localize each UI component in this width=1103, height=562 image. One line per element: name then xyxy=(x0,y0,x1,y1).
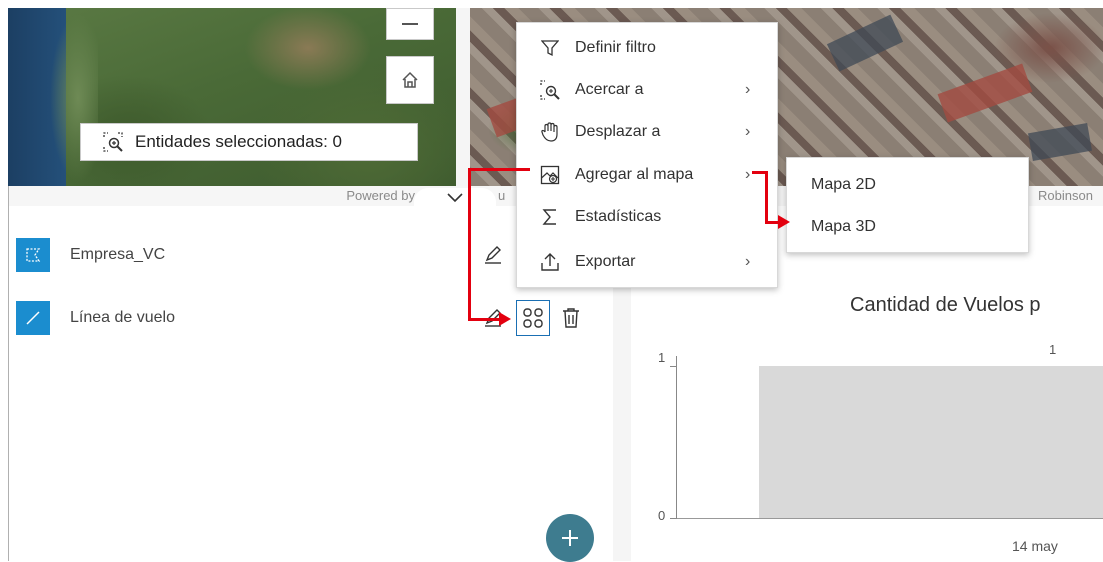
filter-icon xyxy=(539,37,561,59)
trash-icon[interactable] xyxy=(559,304,583,332)
zoom-to-selection-icon xyxy=(103,132,123,152)
menu-item-label: Desplazar a xyxy=(575,123,661,140)
layer-actions-menu: Definir filtro Acercar a › Desplazar a ›… xyxy=(516,22,778,288)
map-roof xyxy=(937,63,1033,123)
attribution-powered-by: Powered by xyxy=(346,188,415,203)
y-tick-label: 0 xyxy=(658,508,666,523)
layer-item-empresa[interactable]: Empresa_VC xyxy=(16,238,165,272)
minus-icon xyxy=(402,23,418,25)
x-tick-label: 14 may xyxy=(1012,538,1058,554)
menu-item-label: Definir filtro xyxy=(575,39,656,56)
chart-title: Cantidad de Vuelos p xyxy=(850,294,1041,316)
menu-item-estadisticas[interactable]: Estadísticas xyxy=(517,196,777,238)
y-tick-label: 1 xyxy=(658,350,666,365)
selected-features-count: Entidades seleccionadas: 0 xyxy=(135,132,342,151)
submenu-item-mapa-3d[interactable]: Mapa 3D xyxy=(811,218,876,236)
menu-item-desplazar-a[interactable]: Desplazar a › xyxy=(517,111,777,153)
zoom-to-icon xyxy=(539,79,561,101)
chart-bar[interactable] xyxy=(759,366,1103,518)
menu-item-label: Agregar al mapa xyxy=(575,166,694,183)
plus-icon xyxy=(562,530,578,546)
annotation-arrow-line xyxy=(468,168,530,171)
sigma-icon xyxy=(539,206,561,228)
layer-label: Empresa_VC xyxy=(70,246,166,263)
layer-label: Línea de vuelo xyxy=(70,309,175,326)
zoom-out-button[interactable] xyxy=(386,8,434,40)
layer-item-linea-de-vuelo[interactable]: Línea de vuelo xyxy=(16,301,175,335)
chevron-right-icon: › xyxy=(745,123,751,140)
collapse-panel-toggle[interactable] xyxy=(414,188,496,208)
home-icon xyxy=(402,71,418,88)
menu-item-definir-filtro[interactable]: Definir filtro xyxy=(517,27,777,69)
annotation-arrowhead xyxy=(499,312,511,326)
menu-item-label: Acercar a xyxy=(575,81,644,98)
chevron-right-icon: › xyxy=(745,166,751,183)
chevron-right-icon: › xyxy=(745,81,751,98)
polygon-layer-icon xyxy=(16,238,50,272)
annotation-arrow-line xyxy=(765,171,768,224)
menu-item-label: Estadísticas xyxy=(575,208,662,225)
map-divider xyxy=(456,8,470,186)
selected-features-badge[interactable]: Entidades seleccionadas: 0 xyxy=(80,123,418,161)
menu-item-label: Exportar xyxy=(575,253,636,270)
pan-hand-icon xyxy=(539,121,561,143)
attribution-text: u xyxy=(498,188,506,203)
add-layer-button[interactable] xyxy=(546,514,594,562)
home-button[interactable] xyxy=(386,56,434,104)
map-roof xyxy=(1028,123,1092,161)
bar-data-label: 1 xyxy=(1049,342,1057,357)
chevron-right-icon: › xyxy=(745,253,751,270)
export-icon xyxy=(539,251,561,273)
menu-item-agregar-al-mapa[interactable]: Agregar al mapa › xyxy=(517,154,777,196)
map-roof xyxy=(826,14,904,72)
annotation-arrow-line xyxy=(468,318,500,321)
menu-item-acercar-a[interactable]: Acercar a › xyxy=(517,69,777,111)
add-to-map-submenu: Mapa 2D Mapa 3D xyxy=(786,157,1029,253)
chart-y-axis xyxy=(676,356,677,518)
submenu-item-mapa-2d[interactable]: Mapa 2D xyxy=(811,176,876,194)
add-to-map-icon xyxy=(539,164,561,186)
annotation-arrowhead xyxy=(778,215,790,229)
chart-x-axis xyxy=(676,518,1103,519)
annotation-arrow-line xyxy=(765,221,779,224)
attribution-source: Robinson xyxy=(1038,188,1093,203)
grid-icon xyxy=(523,308,543,328)
edit-icon[interactable] xyxy=(482,244,504,266)
annotation-arrow-line xyxy=(468,168,471,320)
chevron-down-icon xyxy=(447,193,463,203)
panel-border xyxy=(8,186,9,561)
menu-item-exportar[interactable]: Exportar › xyxy=(517,241,777,283)
polyline-layer-icon xyxy=(16,301,50,335)
y-tick-mark xyxy=(670,518,677,519)
y-tick-mark xyxy=(670,366,677,367)
open-attributes-button[interactable] xyxy=(516,300,550,336)
